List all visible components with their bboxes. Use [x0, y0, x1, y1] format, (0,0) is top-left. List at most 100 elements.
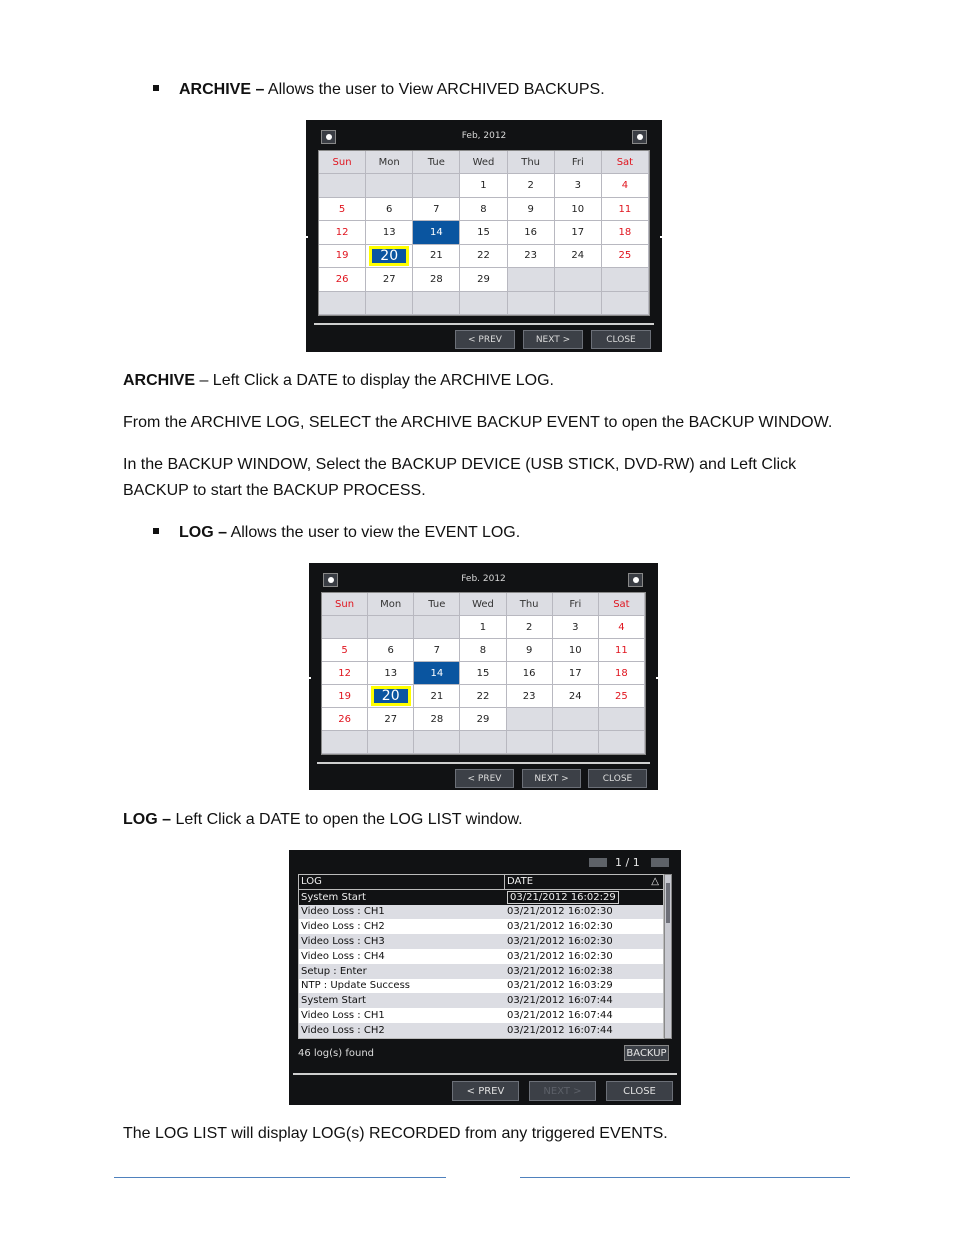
day-cell[interactable]: 24: [552, 685, 599, 708]
backup-button[interactable]: BACKUP: [624, 1045, 669, 1061]
log-event: System Start: [301, 995, 366, 1007]
day-cell[interactable]: 14: [414, 662, 461, 685]
selected-day[interactable]: 20: [369, 245, 410, 266]
logs-found-count: 46 log(s) found: [298, 1048, 375, 1059]
day-cell[interactable]: 9: [506, 639, 553, 662]
empty-day-cell: [507, 268, 555, 292]
day-cell[interactable]: 2: [507, 174, 555, 198]
day-cell[interactable]: 1: [460, 616, 507, 639]
day-cell[interactable]: 8: [460, 197, 508, 222]
close-button[interactable]: CLOSE: [588, 769, 647, 788]
day-cell[interactable]: 29: [460, 708, 507, 731]
day-cell[interactable]: 27: [366, 268, 414, 292]
day-cell[interactable]: 23: [506, 685, 553, 708]
page-next-icon[interactable]: [651, 858, 669, 867]
day-cell[interactable]: 16: [507, 221, 555, 245]
day-cell[interactable]: 12: [319, 221, 367, 245]
bullet-archive: ARCHIVE – Allows the user to View ARCHIV…: [153, 80, 605, 100]
side-marker: [309, 677, 311, 679]
log-date: 03/21/2012 16:07:44: [507, 995, 613, 1007]
day-cell[interactable]: 28: [413, 268, 461, 292]
log-row[interactable]: Video Loss : CH3 03/21/2012 16:02:30: [299, 934, 663, 949]
page-prev-icon[interactable]: [589, 858, 607, 867]
sort-ascending-icon[interactable]: △: [651, 876, 659, 887]
day-cell[interactable]: 18: [601, 221, 649, 245]
day-cell[interactable]: 20: [366, 244, 414, 269]
log-row[interactable]: Video Loss : CH4 03/21/2012 16:02:30: [299, 948, 663, 964]
scrollbar[interactable]: [664, 874, 672, 1039]
day-cell[interactable]: 13: [366, 221, 414, 245]
day-cell[interactable]: 28: [414, 708, 461, 731]
day-cell[interactable]: 4: [601, 174, 649, 198]
day-cell[interactable]: 21: [413, 244, 461, 269]
day-cell[interactable]: 19: [319, 244, 367, 269]
next-button[interactable]: NEXT >: [522, 769, 581, 788]
day-cell[interactable]: 15: [460, 221, 508, 245]
day-cell[interactable]: 10: [554, 197, 602, 222]
day-cell[interactable]: 17: [554, 221, 602, 245]
day-cell[interactable]: 1: [460, 174, 508, 198]
calendar-header: Feb, 2012: [306, 120, 662, 150]
log-date: 03/21/2012 16:02:29: [507, 890, 619, 904]
day-cell[interactable]: 6: [368, 639, 415, 662]
day-cell[interactable]: 25: [598, 685, 645, 708]
prev-button[interactable]: < PREV: [452, 1081, 519, 1101]
prev-button[interactable]: < PREV: [455, 769, 514, 788]
day-cell[interactable]: 11: [601, 197, 649, 222]
day-cell[interactable]: 21: [414, 685, 461, 708]
day-cell[interactable]: 3: [552, 616, 599, 639]
empty-day-cell: [460, 731, 507, 754]
day-cell[interactable]: 27: [368, 708, 415, 731]
day-cell[interactable]: 11: [598, 639, 645, 662]
weekday-header: Wed: [460, 151, 508, 175]
day-cell[interactable]: 15: [460, 662, 507, 685]
column-header-date[interactable]: DATE △: [505, 876, 663, 887]
close-button[interactable]: CLOSE: [606, 1081, 673, 1101]
day-cell[interactable]: 26: [319, 268, 367, 292]
day-cell[interactable]: 8: [460, 639, 507, 662]
day-cell[interactable]: 4: [598, 616, 645, 639]
day-cell[interactable]: 22: [460, 685, 507, 708]
day-cell[interactable]: 5: [322, 639, 369, 662]
day-cell[interactable]: 2: [506, 616, 553, 639]
day-cell[interactable]: 24: [554, 244, 602, 269]
day-cell[interactable]: 7: [414, 639, 461, 662]
day-cell[interactable]: 10: [552, 639, 599, 662]
day-cell[interactable]: 17: [552, 662, 599, 685]
log-row[interactable]: Video Loss : CH2 03/21/2012 16:07:44: [299, 1022, 663, 1038]
log-date: 03/21/2012 16:02:30: [507, 921, 613, 933]
log-row[interactable]: Setup : Enter 03/21/2012 16:02:38: [299, 963, 663, 979]
prev-button[interactable]: < PREV: [455, 330, 515, 349]
next-month-button[interactable]: [628, 573, 643, 587]
log-row[interactable]: System Start 03/21/2012 16:07:44: [299, 993, 663, 1009]
day-cell[interactable]: 18: [598, 662, 645, 685]
column-header-log[interactable]: LOG: [299, 875, 505, 889]
day-cell[interactable]: 23: [507, 244, 555, 269]
day-cell[interactable]: 26: [322, 708, 369, 731]
next-button[interactable]: NEXT >: [523, 330, 583, 349]
day-cell[interactable]: 22: [460, 244, 508, 269]
day-cell[interactable]: 20: [368, 685, 415, 708]
next-month-button[interactable]: [632, 130, 647, 144]
day-cell[interactable]: 6: [366, 197, 414, 222]
day-cell[interactable]: 29: [460, 268, 508, 292]
scrollbar-thumb[interactable]: [666, 883, 670, 923]
day-cell[interactable]: 16: [506, 662, 553, 685]
day-cell[interactable]: 3: [554, 174, 602, 198]
selected-day[interactable]: 20: [370, 686, 411, 706]
log-event: Video Loss : CH2: [301, 1024, 385, 1036]
day-cell[interactable]: 13: [368, 662, 415, 685]
day-cell[interactable]: 9: [507, 197, 555, 222]
day-cell[interactable]: 7: [413, 197, 461, 222]
log-row[interactable]: Video Loss : CH2 03/21/2012 16:02:30: [299, 919, 663, 935]
day-cell[interactable]: 12: [322, 662, 369, 685]
log-row[interactable]: NTP : Update Success 03/21/2012 16:03:29: [299, 978, 663, 994]
log-row[interactable]: Video Loss : CH1 03/21/2012 16:02:30: [299, 904, 663, 920]
day-cell[interactable]: 14: [413, 221, 461, 245]
day-cell[interactable]: 25: [601, 244, 649, 269]
log-row[interactable]: Video Loss : CH1 03/21/2012 16:07:44: [299, 1008, 663, 1023]
close-button[interactable]: CLOSE: [591, 330, 651, 349]
day-cell[interactable]: 5: [319, 197, 367, 222]
log-row[interactable]: System Start 03/21/2012 16:02:29: [299, 889, 663, 905]
day-cell[interactable]: 19: [322, 685, 369, 708]
